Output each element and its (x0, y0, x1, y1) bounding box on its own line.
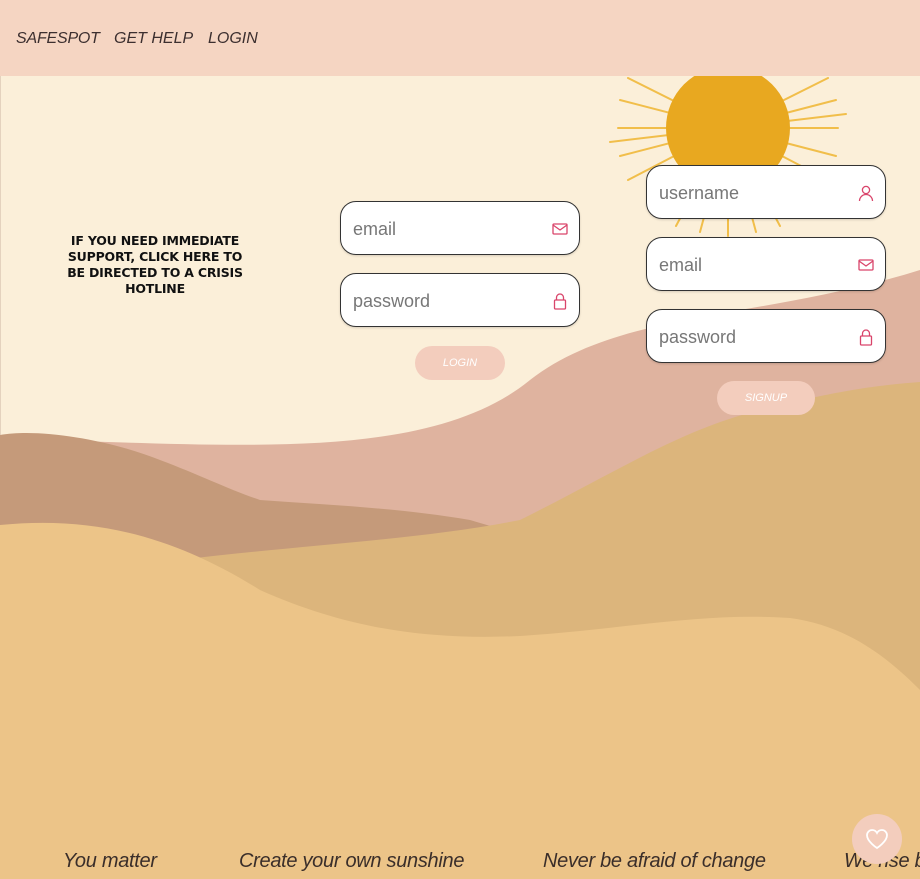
nav-login-link[interactable]: LOGIN (208, 30, 258, 48)
signup-username-field[interactable] (646, 165, 886, 220)
login-email-input[interactable] (351, 202, 545, 256)
signup-password-field[interactable] (646, 309, 886, 364)
login-password-input[interactable] (351, 274, 545, 328)
signup-email-field[interactable] (646, 237, 886, 292)
signup-button[interactable]: SIGNUP (717, 381, 815, 415)
favorite-button[interactable] (852, 814, 902, 864)
mail-icon (858, 259, 874, 271)
mail-icon (552, 223, 568, 235)
quote-item: Create your own sunshine (239, 850, 465, 872)
signup-password-input[interactable] (657, 310, 851, 364)
desert-landscape-illustration (0, 66, 920, 879)
signup-email-input[interactable] (657, 238, 851, 292)
nav-get-help-link[interactable]: GET HELP (114, 30, 193, 48)
signup-username-input[interactable] (657, 166, 851, 220)
user-icon (858, 185, 874, 202)
login-button[interactable]: LOGIN (415, 346, 505, 380)
quotes-marquee: You matter Create your own sunshine Neve… (0, 848, 920, 879)
login-email-field[interactable] (340, 201, 580, 256)
brand-logo-link[interactable]: SAFESPOT (16, 30, 100, 48)
lock-icon (859, 329, 873, 346)
lock-icon (553, 293, 567, 310)
login-password-field[interactable] (340, 273, 580, 328)
top-navbar: SAFESPOT GET HELP LOGIN (0, 0, 920, 76)
crisis-hotline-link[interactable]: iF YOU NEED iMMEDiATE SUPPORT, CLiCK HER… (60, 233, 250, 297)
quote-item: Never be afraid of change (543, 850, 766, 872)
heart-icon (866, 829, 888, 850)
quote-item: You matter (63, 850, 157, 872)
